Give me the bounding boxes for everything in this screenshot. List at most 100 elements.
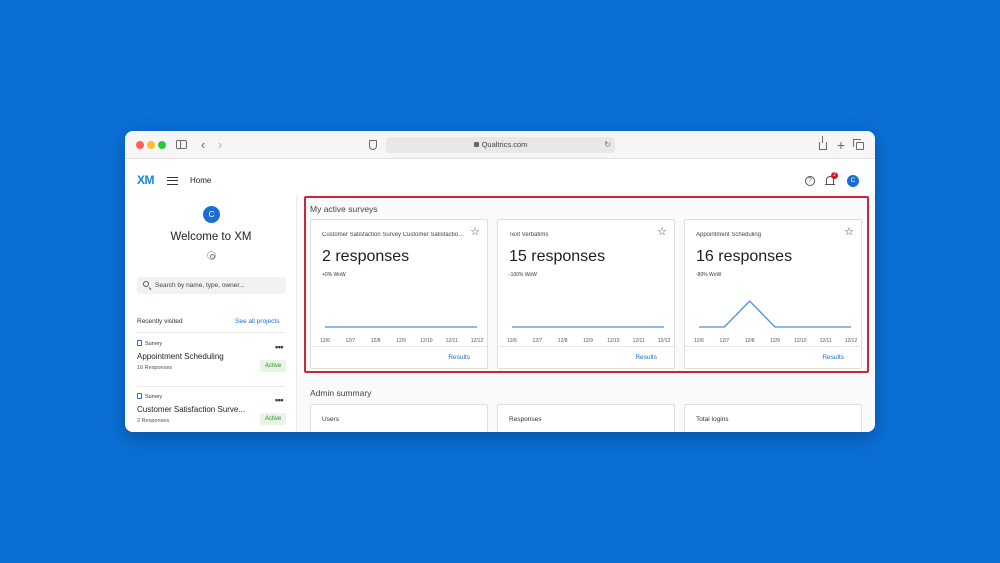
recent-item-responses: 2 Responses	[137, 418, 170, 424]
recent-item-type: Survey	[137, 393, 162, 400]
active-surveys-section: My active surveys Customer Satisfaction …	[304, 196, 869, 373]
browser-window: ‹ › Qualtrics.com ↻ + XM Home ? 2 C C We…	[125, 131, 875, 432]
admin-card-label: Total logins	[696, 416, 729, 423]
sparkline-tick-label: 12/8	[745, 338, 755, 344]
maximize-window-button[interactable]	[158, 141, 166, 149]
welcome-title: Welcome to XM	[170, 231, 252, 243]
hamburger-menu-icon[interactable]	[167, 177, 178, 185]
sparkline-tick-label: 12/9	[770, 338, 780, 344]
admin-card-users[interactable]: Users	[310, 404, 488, 432]
sparkline-tick-label: 12/9	[396, 338, 406, 344]
sidebar-toggle-icon[interactable]	[174, 138, 188, 152]
sparkline-tick-label: 12/11	[820, 338, 832, 344]
survey-icon	[137, 340, 142, 346]
survey-card-footer: Results	[311, 346, 487, 368]
admin-summary-title: Admin summary	[310, 388, 372, 398]
star-icon[interactable]: ☆	[470, 227, 480, 238]
admin-card-responses[interactable]: Responses	[497, 404, 675, 432]
divider	[137, 386, 284, 387]
sparkline-tick-label: 12/7	[719, 338, 729, 344]
sparkline-tick-label: 12/10	[607, 338, 620, 344]
survey-card-wow: +0% WoW	[322, 272, 346, 278]
sparkline-tick-label: 12/6	[320, 338, 330, 344]
sparkline-tick-label: 12/10	[420, 338, 433, 344]
recent-item-type-label: Survey	[145, 394, 163, 400]
survey-card-footer: Results	[498, 346, 674, 368]
sparkline-tick-label: 12/10	[794, 338, 807, 344]
recent-item-type: Survey	[137, 340, 162, 347]
sparkline-tick-label: 12/12	[471, 338, 483, 344]
reload-icon[interactable]: ↻	[604, 137, 611, 153]
help-icon[interactable]: ?	[805, 176, 815, 186]
status-badge: Active	[260, 413, 286, 425]
recent-item[interactable]: Survey Appointment Scheduling 16 Respons…	[137, 340, 286, 384]
survey-card-name[interactable]: Appointment Scheduling	[696, 232, 841, 238]
sparkline-chart: 12/6 12/7 12/8 12/9 12/10 12/11 12/12	[694, 300, 857, 344]
survey-card[interactable]: Customer Satisfaction Survey Customer Sa…	[310, 219, 488, 369]
sparkline-series	[699, 300, 851, 328]
search-input[interactable]	[155, 277, 283, 294]
notification-badge: 2	[831, 172, 838, 179]
survey-card-responses: 15 responses	[509, 248, 606, 265]
survey-card-name[interactable]: Customer Satisfaction Survey Customer Sa…	[322, 232, 467, 238]
survey-card-wow: -80% WoW	[696, 272, 722, 278]
user-avatar[interactable]: C	[847, 175, 859, 187]
sparkline-tick-label: 12/8	[371, 338, 381, 344]
settings-gear-icon[interactable]	[207, 251, 216, 260]
sparkline-tick-label: 12/6	[507, 338, 517, 344]
shield-icon[interactable]	[366, 138, 380, 152]
minimize-window-button[interactable]	[147, 141, 155, 149]
xm-logo[interactable]: XM	[137, 173, 155, 187]
sparkline-tick-label: 12/8	[558, 338, 568, 344]
star-icon[interactable]: ☆	[844, 227, 854, 238]
plus-icon[interactable]: +	[834, 138, 848, 152]
survey-card-name[interactable]: Text Verbatims	[509, 232, 654, 238]
recent-item-name[interactable]: Customer Satisfaction Surve...	[137, 405, 247, 414]
sparkline-tick-label: 12/11	[446, 338, 458, 344]
app-header: XM Home ? 2 C	[125, 159, 875, 195]
sparkline-tick-label: 12/9	[583, 338, 593, 344]
results-link[interactable]: Results	[635, 354, 657, 361]
survey-card[interactable]: Appointment Scheduling ☆ 16 responses -8…	[684, 219, 862, 369]
star-icon[interactable]: ☆	[657, 227, 667, 238]
survey-card-responses: 2 responses	[322, 248, 410, 265]
survey-card-footer: Results	[685, 346, 861, 368]
close-window-button[interactable]	[136, 141, 144, 149]
lock-icon	[473, 142, 479, 147]
recent-item[interactable]: Survey Customer Satisfaction Surve... 2 …	[137, 393, 286, 432]
results-link[interactable]: Results	[822, 354, 844, 361]
left-sidebar: C Welcome to XM Recently visited See all…	[125, 195, 297, 432]
survey-icon	[137, 393, 142, 399]
sparkline-chart: 12/6 12/7 12/8 12/9 12/10 12/11 12/12	[507, 326, 670, 344]
more-options-icon[interactable]: •••	[275, 342, 283, 352]
tabs-icon[interactable]	[852, 138, 866, 152]
sparkline-tick-label: 12/7	[532, 338, 542, 344]
welcome-avatar: C	[203, 206, 220, 223]
home-breadcrumb[interactable]: Home	[190, 176, 211, 185]
search-icon	[143, 281, 149, 287]
survey-card-wow: -100% WoW	[509, 272, 537, 278]
recent-item-name[interactable]: Appointment Scheduling	[137, 352, 247, 361]
sparkline-tick-label: 12/7	[345, 338, 355, 344]
see-all-projects-link[interactable]: See all projects	[235, 318, 279, 325]
sparkline-tick-label: 12/6	[694, 338, 704, 344]
recently-visited-label: Recently visited	[137, 318, 183, 325]
survey-card[interactable]: Text Verbatims ☆ 15 responses -100% WoW …	[497, 219, 675, 369]
admin-card-label: Responses	[509, 416, 542, 423]
divider	[137, 332, 284, 333]
sparkline-tick-label: 12/11	[633, 338, 645, 344]
address-bar[interactable]: Qualtrics.com ↻	[386, 137, 615, 153]
recent-item-responses: 16 Responses	[137, 365, 173, 371]
sparkline-chart: 12/6 12/7 12/8 12/9 12/10 12/11 12/12	[320, 326, 483, 344]
back-icon[interactable]: ‹	[196, 138, 210, 152]
sparkline-tick-label: 12/12	[658, 338, 670, 344]
search-box[interactable]	[137, 277, 286, 294]
admin-card-label: Users	[322, 416, 339, 423]
share-icon[interactable]	[816, 136, 830, 152]
url-text: Qualtrics.com	[481, 140, 528, 149]
more-options-icon[interactable]: •••	[275, 395, 283, 405]
admin-card-total-logins[interactable]: Total logins	[684, 404, 862, 432]
results-link[interactable]: Results	[448, 354, 470, 361]
main-content: My active surveys Customer Satisfaction …	[297, 195, 875, 432]
forward-icon[interactable]: ›	[213, 138, 227, 152]
